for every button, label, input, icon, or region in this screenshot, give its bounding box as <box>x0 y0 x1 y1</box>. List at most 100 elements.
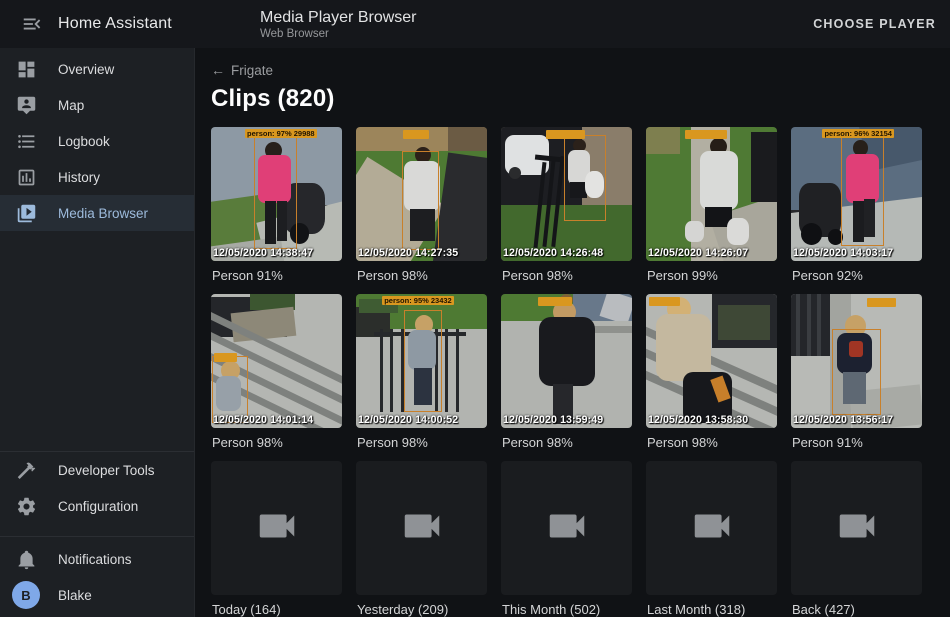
clip-caption: Person 98% <box>646 435 777 450</box>
detection-label <box>403 130 429 139</box>
thumbnail-art-shape <box>796 294 800 356</box>
folder-card-back-427-[interactable]: Back (427) <box>791 461 922 617</box>
clip-thumbnail: 12/05/2020 13:58:30 <box>646 294 777 428</box>
home-assistant-app: Home Assistant Media Player Browser Web … <box>0 0 950 617</box>
sidebar-footer-items: Notifications BBlake <box>0 541 194 613</box>
format-list-bulleted-icon <box>14 129 38 153</box>
thumbnail-art-shape <box>727 218 749 245</box>
bell-icon <box>14 547 38 571</box>
sidebar-item-label: Notifications <box>58 552 132 567</box>
clip-thumbnail: 12/05/2020 14:26:07 <box>646 127 777 261</box>
folder-card-today-164-[interactable]: Today (164) <box>211 461 342 617</box>
video-camera-icon <box>399 503 445 554</box>
clip-caption: Person 99% <box>646 268 777 283</box>
choose-player-button[interactable]: CHOOSE PLAYER <box>805 17 950 31</box>
breadcrumb-label: Frigate <box>231 63 273 78</box>
detection-label: person: 97% 29988 <box>245 129 317 138</box>
thumbnail-art-shape <box>751 132 777 202</box>
clip-caption: Person 91% <box>791 435 922 450</box>
clip-caption: Person 98% <box>501 268 632 283</box>
thumbnail-art-shape <box>646 127 680 154</box>
video-camera-icon <box>544 503 590 554</box>
sidebar-item-configuration[interactable]: Configuration <box>0 488 194 524</box>
thumbnail-art-shape <box>700 151 738 210</box>
breadcrumb[interactable]: ← Frigate <box>211 62 273 78</box>
sidebar-tools-items: Developer Tools Configuration <box>0 452 194 524</box>
clip-thumbnail: 12/05/2020 13:59:49 <box>501 294 632 428</box>
play-box-multiple-icon <box>14 201 38 225</box>
detection-bbox <box>402 151 439 250</box>
user-name: Blake <box>58 588 92 603</box>
folder-card-this-month-502-[interactable]: This Month (502) <box>501 461 632 617</box>
clip-timestamp: 12/05/2020 14:27:35 <box>358 247 487 259</box>
clip-card[interactable]: 12/05/2020 14:26:07 Person 99% <box>646 127 777 283</box>
chart-box-icon <box>14 165 38 189</box>
detection-label <box>214 353 238 362</box>
sidebar-item-developer-tools[interactable]: Developer Tools <box>0 452 194 488</box>
clip-thumbnail: 12/05/2020 13:56:17 <box>791 294 922 428</box>
clip-card[interactable]: 12/05/2020 13:58:30 Person 98% <box>646 294 777 450</box>
video-camera-icon <box>254 503 300 554</box>
media-browser-panel: ← Frigate Clips (820) person: 97% 299881… <box>195 48 950 617</box>
app-body: Overview Map LogbookHistory Media Browser D… <box>0 48 950 617</box>
sidebar-item-map[interactable]: Map <box>0 87 194 123</box>
detection-bbox <box>404 310 442 412</box>
cog-icon <box>14 494 38 518</box>
thumbnail-art-shape <box>456 329 459 412</box>
sidebar: Overview Map LogbookHistory Media Browser D… <box>0 48 195 617</box>
clip-card[interactable]: person: 96% 3215412/05/2020 14:03:17 Pers… <box>791 127 922 283</box>
sidebar-item-history[interactable]: History <box>0 159 194 195</box>
folder-thumbnail <box>501 461 632 595</box>
sidebar-item-logbook[interactable]: Logbook <box>0 123 194 159</box>
clip-thumbnail: 12/05/2020 14:01:14 <box>211 294 342 428</box>
clip-card[interactable]: 12/05/2020 14:26:48 Person 98% <box>501 127 632 283</box>
folder-thumbnail <box>211 461 342 595</box>
tooltip-account-icon <box>14 93 38 117</box>
sidebar-item-notifications[interactable]: Notifications <box>0 541 194 577</box>
thumbnail-art-shape <box>685 221 703 242</box>
detection-bbox <box>564 135 606 221</box>
clip-card[interactable]: 12/05/2020 13:59:49Person 98% <box>501 294 632 450</box>
detection-bbox <box>212 356 247 423</box>
sidebar-divider <box>0 536 194 537</box>
folder-label: Yesterday (209) <box>356 602 487 617</box>
app-title: Home Assistant <box>58 15 172 33</box>
thumbnail-art-shape <box>445 329 448 412</box>
page-title: Clips (820) <box>211 85 950 113</box>
clip-card[interactable]: 12/05/2020 13:56:17 Person 91% <box>791 294 922 450</box>
sidebar-main-items: Overview Map LogbookHistory Media Browser <box>0 51 194 231</box>
thumbnail-art-shape <box>401 329 404 412</box>
folder-card-yesterday-209-[interactable]: Yesterday (209) <box>356 461 487 617</box>
clip-timestamp: 12/05/2020 14:26:48 <box>503 247 632 259</box>
sidebar-item-label: Map <box>58 98 84 113</box>
thumbnail-art-shape <box>807 294 811 356</box>
clip-timestamp: 12/05/2020 14:00:52 <box>358 414 487 426</box>
clip-card[interactable]: person: 95% 2343212/05/2020 14:00:52Pers… <box>356 294 487 450</box>
clip-thumbnail: person: 97% 2998812/05/2020 14:38:47 <box>211 127 342 261</box>
clip-card[interactable]: 12/05/2020 14:27:35Person 98% <box>356 127 487 283</box>
sidebar-item-overview[interactable]: Overview <box>0 51 194 87</box>
clip-timestamp: 12/05/2020 14:01:14 <box>213 414 342 426</box>
folder-thumbnail <box>356 461 487 595</box>
sidebar-item-label: Configuration <box>58 499 138 514</box>
sidebar-spacer <box>0 231 194 451</box>
thumbnail-art-shape <box>718 305 770 340</box>
sidebar-user-profile[interactable]: BBlake <box>0 577 194 613</box>
clip-card[interactable]: person: 97% 2998812/05/2020 14:38:47Pers… <box>211 127 342 283</box>
clip-caption: Person 92% <box>791 268 922 283</box>
clip-thumbnail: 12/05/2020 14:26:48 <box>501 127 632 261</box>
video-camera-icon <box>834 503 880 554</box>
detection-bbox <box>832 329 882 415</box>
video-camera-icon <box>689 503 735 554</box>
detection-label <box>649 297 680 306</box>
clip-card[interactable]: 12/05/2020 14:01:14 Person 98% <box>211 294 342 450</box>
sidebar-bottom-pad <box>0 613 194 617</box>
clip-caption: Person 98% <box>211 435 342 450</box>
detection-label <box>538 297 572 306</box>
clip-thumbnail: person: 96% 3215412/05/2020 14:03:17 <box>791 127 922 261</box>
sidebar-item-label: Media Browser <box>58 206 148 221</box>
menu-open-icon[interactable] <box>14 6 50 42</box>
detection-label <box>867 298 896 307</box>
folder-card-last-month-318-[interactable]: Last Month (318) <box>646 461 777 617</box>
sidebar-item-media-browser[interactable]: Media Browser <box>0 195 194 231</box>
